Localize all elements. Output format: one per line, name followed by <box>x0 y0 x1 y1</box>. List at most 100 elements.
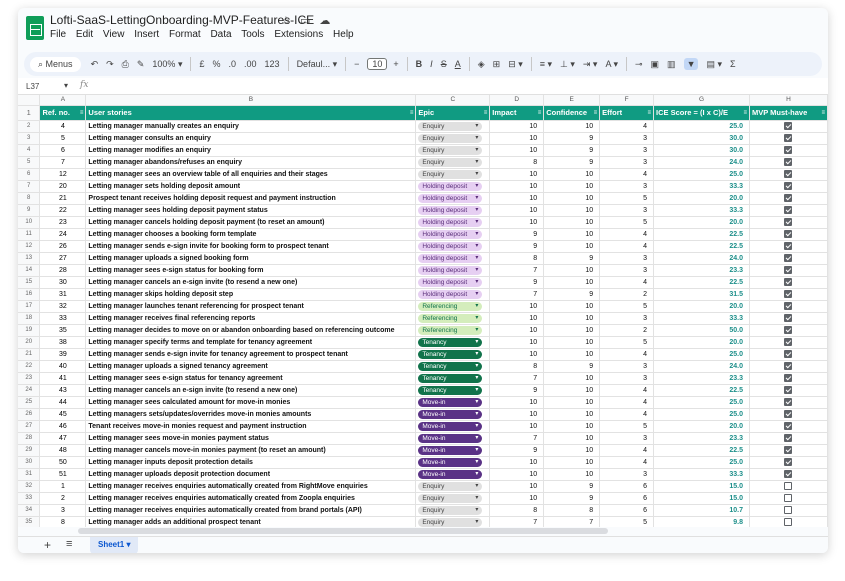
mvp-checkbox[interactable] <box>784 386 793 395</box>
user-story-cell[interactable]: Letting manager receives final referenci… <box>85 312 417 325</box>
sheet-tab-sheet1[interactable]: Sheet1 ▾ <box>90 537 139 553</box>
ice-score-cell[interactable]: 20.0 <box>653 420 750 433</box>
impact-cell[interactable]: 10 <box>489 324 545 337</box>
confidence-cell[interactable]: 7 <box>543 516 601 527</box>
epic-cell[interactable]: Referencing <box>415 324 491 337</box>
epic-dropdown-chip[interactable]: Holding deposit <box>418 193 483 203</box>
text-rotation-icon[interactable]: A ▾ <box>605 59 618 70</box>
epic-cell[interactable]: Move-in <box>415 432 491 445</box>
impact-cell[interactable]: 10 <box>489 192 545 205</box>
column-header-f[interactable]: F <box>599 95 655 106</box>
mvp-cell[interactable] <box>749 492 828 505</box>
ice-score-cell[interactable]: 23.3 <box>653 372 750 385</box>
mvp-checkbox[interactable] <box>784 134 793 143</box>
ice-score-cell[interactable]: 25.0 <box>653 456 750 469</box>
menu-format[interactable]: Format <box>169 29 201 40</box>
font-size-input[interactable]: 10 <box>367 58 388 70</box>
decrease-decimal-button[interactable]: .0 <box>229 59 237 69</box>
functions-icon[interactable]: Σ <box>730 59 736 69</box>
epic-cell[interactable]: Tenancy <box>415 348 491 361</box>
mvp-cell[interactable] <box>749 276 828 289</box>
epic-cell[interactable]: Move-in <box>415 420 491 433</box>
confidence-cell[interactable]: 10 <box>543 432 601 445</box>
filter-icon[interactable]: ≡ <box>538 106 542 120</box>
mvp-checkbox[interactable] <box>784 206 793 215</box>
impact-cell[interactable]: 10 <box>489 144 545 157</box>
effort-cell[interactable]: 2 <box>599 324 655 337</box>
mvp-cell[interactable] <box>749 456 828 469</box>
mvp-cell[interactable] <box>749 216 828 229</box>
effort-cell[interactable]: 3 <box>599 144 655 157</box>
document-title[interactable]: Lofti-SaaS-LettingOnboarding-MVP-Feature… <box>50 13 314 27</box>
ice-score-cell[interactable]: 22.5 <box>653 228 750 241</box>
ref-no-cell[interactable]: 22 <box>39 204 87 217</box>
insert-chart-icon[interactable]: ▥ <box>667 59 676 70</box>
name-box[interactable]: L37 <box>26 82 39 91</box>
header-ref-no[interactable]: Ref. no. ≡ <box>39 105 87 121</box>
header-epic[interactable]: Epic ≡ <box>415 105 491 121</box>
user-story-cell[interactable]: Letting manager receives enquiries autom… <box>85 492 417 505</box>
menu-file[interactable]: File <box>50 29 66 40</box>
confidence-cell[interactable]: 10 <box>543 384 601 397</box>
user-story-cell[interactable]: Letting manager sends e-sign invite for … <box>85 240 417 253</box>
impact-cell[interactable]: 10 <box>489 216 545 229</box>
filter-icon[interactable]: ≡ <box>648 106 652 120</box>
vertical-align-icon[interactable]: ⊥ ▾ <box>560 59 575 70</box>
ice-score-cell[interactable]: 24.0 <box>653 252 750 265</box>
ice-score-cell[interactable]: 15.0 <box>653 492 750 505</box>
effort-cell[interactable]: 3 <box>599 432 655 445</box>
effort-cell[interactable]: 4 <box>599 228 655 241</box>
epic-cell[interactable]: Holding deposit <box>415 204 491 217</box>
row-number[interactable]: 8 <box>18 192 41 205</box>
row-number[interactable]: 31 <box>18 468 41 481</box>
row-number[interactable]: 15 <box>18 276 41 289</box>
header-impact[interactable]: Impact ≡ <box>489 105 545 121</box>
epic-dropdown-chip[interactable]: Holding deposit <box>418 289 483 299</box>
bold-icon[interactable]: B <box>416 59 423 69</box>
mvp-cell[interactable] <box>749 408 828 421</box>
effort-cell[interactable]: 5 <box>599 336 655 349</box>
impact-cell[interactable]: 10 <box>489 204 545 217</box>
user-story-cell[interactable]: Letting manager sees calculated amount f… <box>85 396 417 409</box>
ref-no-cell[interactable]: 39 <box>39 348 87 361</box>
mvp-checkbox[interactable] <box>784 422 793 431</box>
user-story-cell[interactable]: Letting manager chooses a booking form t… <box>85 228 417 241</box>
effort-cell[interactable]: 4 <box>599 348 655 361</box>
impact-cell[interactable]: 9 <box>489 384 545 397</box>
ref-no-cell[interactable]: 44 <box>39 396 87 409</box>
mvp-checkbox[interactable] <box>784 230 793 239</box>
ref-no-cell[interactable]: 4 <box>39 120 87 133</box>
user-story-cell[interactable]: Letting manager receives enquiries autom… <box>85 480 417 493</box>
row-number[interactable]: 27 <box>18 420 41 433</box>
ref-no-cell[interactable]: 28 <box>39 264 87 277</box>
confidence-cell[interactable]: 10 <box>543 240 601 253</box>
menu-extensions[interactable]: Extensions <box>274 29 323 40</box>
ice-score-cell[interactable]: 50.0 <box>653 324 750 337</box>
epic-cell[interactable]: Enquiry <box>415 168 491 181</box>
epic-cell[interactable]: Tenancy <box>415 360 491 373</box>
row-number[interactable]: 19 <box>18 324 41 337</box>
epic-dropdown-chip[interactable]: Referencing <box>418 325 483 335</box>
effort-cell[interactable]: 2 <box>599 288 655 301</box>
impact-cell[interactable]: 10 <box>489 120 545 133</box>
column-header-b[interactable]: B <box>85 95 417 106</box>
mvp-cell[interactable] <box>749 132 828 145</box>
ref-no-cell[interactable]: 2 <box>39 492 87 505</box>
epic-dropdown-chip[interactable]: Tenancy <box>418 373 483 383</box>
impact-cell[interactable]: 9 <box>489 240 545 253</box>
cloud-status-icon[interactable]: ☁ <box>319 15 330 27</box>
ice-score-cell[interactable]: 23.3 <box>653 432 750 445</box>
confidence-cell[interactable]: 9 <box>543 156 601 169</box>
ice-score-cell[interactable]: 31.5 <box>653 288 750 301</box>
row-number[interactable]: 17 <box>18 300 41 313</box>
mvp-cell[interactable] <box>749 228 828 241</box>
column-header-a[interactable]: A <box>39 95 87 106</box>
user-story-cell[interactable]: Letting manager sees move-in monies paym… <box>85 432 417 445</box>
epic-dropdown-chip[interactable]: Referencing <box>418 313 483 323</box>
mvp-checkbox[interactable] <box>784 494 793 503</box>
column-header-h[interactable]: H <box>749 95 828 106</box>
mvp-checkbox[interactable] <box>784 182 793 191</box>
effort-cell[interactable]: 3 <box>599 264 655 277</box>
mvp-checkbox[interactable] <box>784 446 793 455</box>
currency-button[interactable]: £ <box>199 59 204 69</box>
